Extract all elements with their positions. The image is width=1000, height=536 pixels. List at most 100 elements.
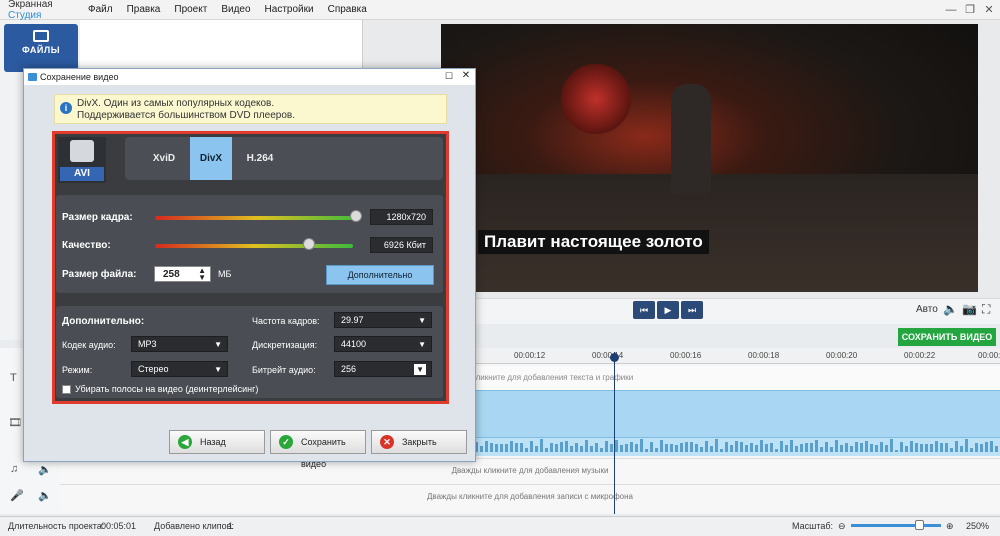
waveform-bar	[560, 441, 563, 452]
menu-video[interactable]: Видео	[221, 4, 250, 15]
waveform-bar	[510, 441, 513, 452]
ruler-tick: 00:00:12	[514, 351, 546, 360]
frame-size-slider-handle[interactable]	[349, 210, 362, 222]
waveform-bar	[780, 441, 783, 452]
waveform-bar	[805, 442, 808, 452]
music-volume-icon[interactable]: 🔈	[38, 463, 52, 476]
frame-rate-dropdown[interactable]: 29.97 ▼	[334, 312, 432, 328]
waveform-bar	[725, 442, 728, 452]
sidebar-tab-files[interactable]: ФАЙЛЫ	[4, 24, 78, 72]
back-button[interactable]: ◀ Назад	[169, 430, 265, 454]
waveform-bar	[915, 442, 918, 452]
playhead-handle[interactable]	[610, 353, 619, 362]
menu-settings[interactable]: Настройки	[265, 4, 314, 15]
deinterlace-checkbox[interactable]	[62, 385, 71, 394]
sample-rate-label: Дискретизация:	[252, 340, 318, 350]
playhead-line[interactable]	[614, 352, 615, 514]
file-size-label: Размер файла:	[62, 269, 137, 280]
text-track[interactable]: кликните для добавления текста и графики	[470, 366, 1000, 390]
waveform-bar	[625, 444, 628, 452]
close-icon: ✕	[380, 435, 394, 449]
menu-edit[interactable]: Правка	[127, 4, 161, 15]
waveform-bar	[700, 446, 703, 452]
waveform-bar	[885, 445, 888, 452]
zoom-in-icon[interactable]: ⊕	[946, 517, 954, 536]
codec-tab-h264[interactable]: H.264	[238, 137, 282, 180]
mic-volume-icon[interactable]: 🔈	[38, 489, 52, 502]
waveform-bar	[785, 445, 788, 452]
status-bar: Длительность проекта: 00:05:01 Добавлено…	[0, 516, 1000, 536]
zoom-slider-handle[interactable]	[914, 520, 924, 530]
waveform-bar	[925, 444, 928, 452]
dialog-title: Сохранение видео	[24, 69, 475, 85]
menu-project[interactable]: Проект	[174, 4, 207, 15]
mode-dropdown[interactable]: Стерео ▼	[131, 361, 228, 377]
waveform-bar	[570, 446, 573, 452]
frame-size-slider[interactable]	[155, 216, 360, 220]
video-clip[interactable]	[470, 390, 1000, 438]
codec-tab-xvid[interactable]: XviD	[143, 137, 185, 180]
waveform-bar	[595, 443, 598, 452]
sample-rate-dropdown[interactable]: 44100 ▼	[334, 336, 432, 352]
waveform-bar	[800, 443, 803, 452]
mic-track[interactable]: Дважды кликните для добавления записи с …	[60, 484, 1000, 510]
audio-codec-label: Кодек аудио:	[62, 340, 116, 350]
prev-frame-icon[interactable]: ⏮	[633, 301, 655, 319]
save-button[interactable]: ✓ Сохранить видео	[270, 430, 366, 469]
waveform-bar	[665, 443, 668, 452]
close-button[interactable]: ✕ Закрыть	[371, 430, 467, 454]
size-stepper-icon[interactable]: ▲ ▼	[198, 267, 206, 282]
waveform-bar	[795, 446, 798, 452]
waveform-bar	[935, 441, 938, 452]
restore-button[interactable]: ❐	[962, 2, 978, 18]
waveform-bar	[760, 440, 763, 452]
volume-icon[interactable]: 🔈	[943, 302, 958, 316]
close-window-button[interactable]: ✕	[981, 2, 997, 18]
audio-waveform[interactable]	[470, 438, 1000, 456]
save-video-button[interactable]: СОХРАНИТЬ ВИДЕО	[898, 328, 996, 346]
zoom-label: Масштаб:	[792, 521, 834, 531]
waveform-bar	[850, 446, 853, 452]
waveform-bar	[835, 440, 838, 452]
play-icon[interactable]: ▶	[657, 301, 679, 319]
codec-info-box: DivX. Один из самых популярных кодеков. …	[54, 94, 447, 124]
audio-codec-dropdown[interactable]: MP3 ▼	[131, 336, 228, 352]
waveform-bar	[745, 445, 748, 452]
minimize-button[interactable]: —	[943, 2, 959, 18]
chevron-down-icon: ▼	[214, 340, 222, 349]
fullscreen-icon[interactable]: ⛶	[982, 302, 990, 317]
video-track-icon: 🎞	[8, 417, 22, 429]
aspect-auto-label[interactable]: Авто	[916, 304, 938, 315]
menu-help[interactable]: Справка	[328, 4, 367, 15]
waveform-bar	[550, 442, 553, 452]
waveform-bar	[685, 441, 688, 452]
ruler-tick: 00:00:20	[826, 351, 858, 360]
checkmark-icon: ✓	[279, 435, 293, 449]
dialog-close-icon[interactable]: ✕	[459, 69, 473, 83]
waveform-bar	[535, 446, 538, 452]
waveform-bar	[490, 442, 493, 452]
waveform-bar	[585, 440, 588, 452]
waveform-bar	[855, 441, 858, 452]
snapshot-icon[interactable]: 📷	[962, 302, 977, 316]
chevron-down-icon: ▼	[418, 316, 426, 325]
codec-tab-divx[interactable]: DivX	[190, 137, 232, 180]
zoom-slider-track[interactable]	[851, 524, 941, 527]
waveform-bar	[765, 444, 768, 452]
waveform-bar	[675, 445, 678, 452]
advanced-button[interactable]: Дополнительно	[326, 265, 434, 285]
audio-bitrate-dropdown[interactable]: 256 ▼	[334, 361, 432, 377]
waveform-bar	[860, 442, 863, 452]
format-label: AVI	[60, 167, 104, 181]
menu-file[interactable]: Файл	[88, 4, 113, 15]
next-frame-icon[interactable]: ⏭	[681, 301, 703, 319]
dialog-maximize-icon[interactable]: ☐	[442, 69, 456, 83]
zoom-out-icon[interactable]: ⊖	[838, 517, 846, 536]
audio-bitrate-label: Битрейт аудио:	[252, 365, 316, 375]
waveform-bar	[955, 441, 958, 452]
file-size-input[interactable]: 258 ▲ ▼	[154, 266, 211, 282]
extra-header: Дополнительно:	[62, 316, 145, 327]
waveform-bar	[710, 446, 713, 452]
timeline-ruler[interactable]: 00:00:12 00:00:14 00:00:16 00:00:18 00:0…	[470, 348, 1000, 364]
quality-slider[interactable]	[155, 244, 353, 248]
